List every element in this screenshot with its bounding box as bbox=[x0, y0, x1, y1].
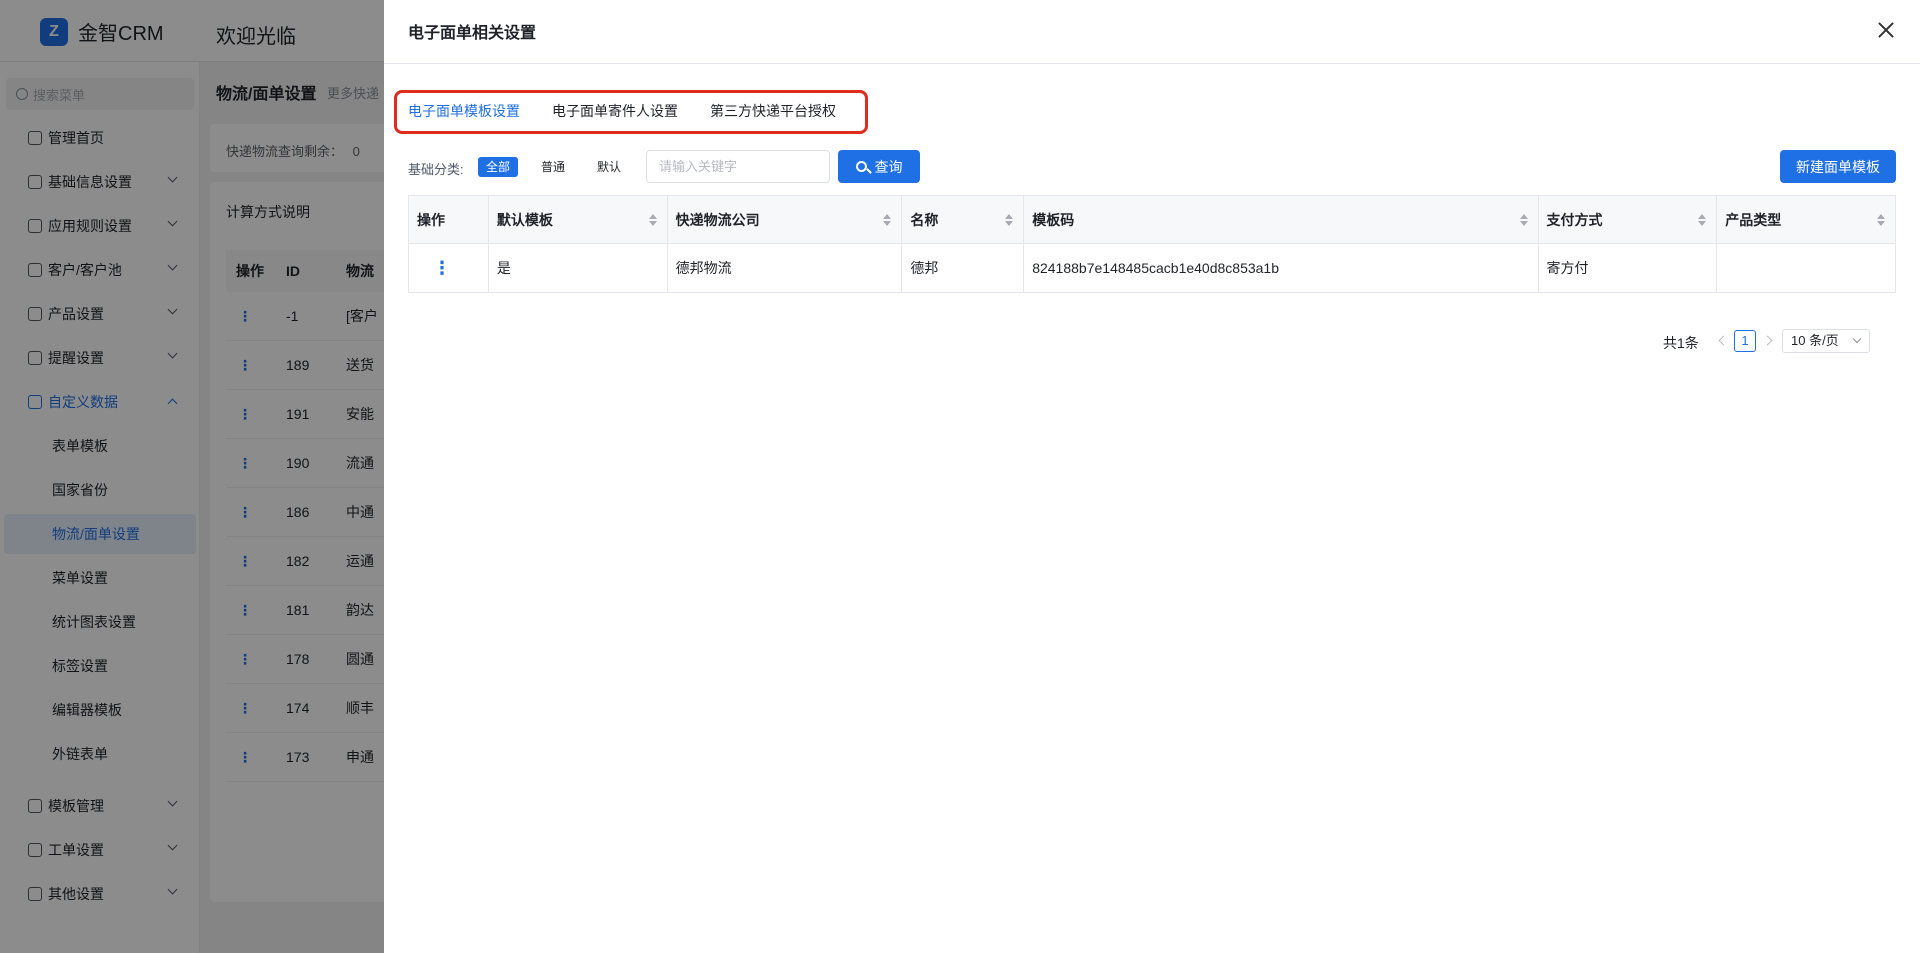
category-label: 基础分类: bbox=[408, 162, 464, 177]
cell-product-type bbox=[1717, 244, 1895, 292]
chip-normal[interactable]: 普通 bbox=[533, 157, 573, 177]
table-row: ⋮ 是 德邦物流 德邦 824188b7e148485cacb1e40d8c85… bbox=[409, 244, 1895, 292]
query-button-label: 查询 bbox=[874, 158, 903, 175]
chip-all[interactable]: 全部 bbox=[478, 157, 519, 177]
chevron-down-icon bbox=[1852, 334, 1862, 344]
sort-icon[interactable] bbox=[1877, 214, 1886, 226]
template-table: 操作 默认模板 快递物流公司 名称 模板码 支付方式 产品类型 ⋮ 是 德邦物流… bbox=[408, 195, 1896, 293]
column-header-company[interactable]: 快递物流公司 bbox=[668, 196, 903, 243]
chevron-right-icon[interactable] bbox=[1762, 335, 1773, 346]
cell-company: 德邦物流 bbox=[668, 244, 903, 292]
cell-action: ⋮ bbox=[409, 244, 489, 292]
page-size-select[interactable]: 10 条/页 bbox=[1782, 329, 1870, 353]
column-header-action: 操作 bbox=[409, 196, 489, 243]
more-actions-icon[interactable]: ⋮ bbox=[417, 258, 451, 279]
column-header-payment[interactable]: 支付方式 bbox=[1539, 196, 1718, 243]
column-header-label: 名称 bbox=[910, 211, 939, 228]
sort-icon[interactable] bbox=[648, 214, 657, 226]
column-header-label: 模板码 bbox=[1032, 211, 1075, 228]
column-header-name[interactable]: 名称 bbox=[902, 196, 1025, 243]
column-header-product-type[interactable]: 产品类型 bbox=[1717, 196, 1895, 243]
column-header-code[interactable]: 模板码 bbox=[1024, 196, 1539, 243]
column-header-label: 支付方式 bbox=[1546, 211, 1603, 228]
sort-icon[interactable] bbox=[1519, 214, 1528, 226]
cell-payment: 寄方付 bbox=[1539, 244, 1718, 292]
page-number[interactable]: 1 bbox=[1734, 330, 1756, 352]
chevron-left-icon[interactable] bbox=[1718, 335, 1729, 346]
chip-default[interactable]: 默认 bbox=[589, 157, 629, 177]
tab-third-party-auth[interactable]: 第三方快递平台授权 bbox=[710, 101, 836, 121]
search-icon bbox=[855, 161, 867, 172]
column-header-default[interactable]: 默认模板 bbox=[489, 196, 668, 243]
query-button[interactable]: 查询 bbox=[838, 150, 920, 183]
tab-template-settings[interactable]: 电子面单模板设置 bbox=[408, 101, 520, 121]
settings-drawer: 电子面单相关设置 电子面单模板设置 电子面单寄件人设置 第三方快递平台授权 基础… bbox=[384, 0, 1920, 953]
new-template-button[interactable]: 新建面单模板 bbox=[1780, 150, 1896, 183]
drawer-title: 电子面单相关设置 bbox=[408, 25, 537, 42]
column-header-label: 产品类型 bbox=[1725, 211, 1782, 228]
cell-name: 德邦 bbox=[902, 244, 1025, 292]
sort-icon[interactable] bbox=[1005, 214, 1014, 226]
column-header-label: 操作 bbox=[417, 211, 445, 228]
page-size-value: 10 条/页 bbox=[1791, 333, 1839, 348]
cell-code: 824188b7e148485cacb1e40d8c853a1b bbox=[1024, 244, 1539, 292]
cell-default: 是 bbox=[489, 244, 668, 292]
pagination-total: 共1条 bbox=[1663, 335, 1699, 351]
close-icon[interactable] bbox=[1876, 20, 1896, 40]
sort-icon[interactable] bbox=[1698, 214, 1707, 226]
table-header: 操作 默认模板 快递物流公司 名称 模板码 支付方式 产品类型 bbox=[409, 196, 1895, 244]
column-header-label: 默认模板 bbox=[496, 211, 553, 228]
sort-icon[interactable] bbox=[883, 214, 892, 226]
column-header-label: 快递物流公司 bbox=[675, 211, 760, 228]
keyword-input[interactable] bbox=[646, 150, 830, 183]
drawer-header: 电子面单相关设置 bbox=[384, 0, 1920, 64]
tab-sender-settings[interactable]: 电子面单寄件人设置 bbox=[552, 101, 678, 121]
